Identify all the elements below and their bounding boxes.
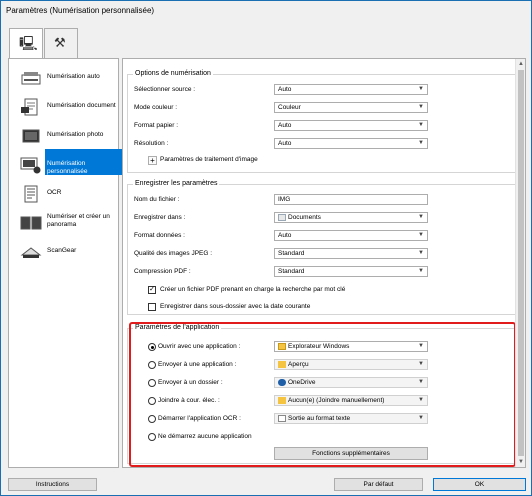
searchable-pdf-checkbox[interactable]: ✓	[148, 286, 156, 294]
image-processing-label[interactable]: Paramètres de traitement d'image	[160, 154, 258, 166]
defaults-button[interactable]: Par défaut	[334, 478, 423, 491]
scan-options-group: Options de numérisation Sélectionner sou…	[127, 70, 517, 173]
window-title: Paramètres (Numérisation personnalisée)	[6, 6, 155, 15]
paper-size-label: Format papier :	[134, 122, 179, 129]
custom-scan-icon	[20, 157, 41, 174]
scangear-icon	[20, 247, 42, 258]
tab-general[interactable]: ⚒	[44, 28, 78, 58]
scanner-icon: 🖳	[19, 35, 38, 51]
sidebar-item-label: Numériser et créer un panorama	[47, 213, 110, 228]
highlight-frame	[129, 322, 516, 467]
sidebar-item-label: ScanGear	[47, 247, 77, 254]
chevron-down-icon: ▼	[418, 214, 424, 220]
source-label: Sélectionner source :	[134, 86, 196, 93]
group-title: Enregistrer les paramètres	[133, 180, 220, 187]
chevron-down-icon: ▼	[418, 232, 424, 238]
tab-scan[interactable]: 🖳	[9, 28, 43, 59]
chevron-down-icon: ▼	[418, 140, 424, 146]
sidebar-item-label: Numérisation auto	[47, 73, 100, 80]
sidebar-item-auto-scan[interactable]: Numérisation auto	[11, 65, 118, 91]
save-in-label: Enregistrer dans :	[134, 214, 186, 221]
vertical-scrollbar[interactable]: ▲ ▼	[515, 59, 525, 467]
sidebar-item-scangear[interactable]: ScanGear	[11, 239, 118, 265]
sidebar-item-label: Numérisation personnalisée	[47, 160, 88, 175]
color-mode-label: Mode couleur :	[134, 104, 177, 111]
sidebar: Numérisation auto Numérisation document …	[8, 58, 126, 468]
chevron-down-icon: ▼	[418, 268, 424, 274]
sidebar-item-label: Numérisation document	[47, 102, 116, 109]
jpeg-quality-select[interactable]: Standard ▼	[274, 248, 428, 259]
sidebar-item-label: Numérisation photo	[47, 131, 104, 138]
sidebar-item-photo-scan[interactable]: Numérisation photo	[11, 123, 118, 149]
documents-folder-icon	[278, 213, 286, 221]
color-mode-select[interactable]: Couleur ▼	[274, 102, 428, 113]
chevron-down-icon: ▼	[418, 250, 424, 256]
file-name-label: Nom du fichier :	[134, 196, 180, 203]
expand-image-processing-button[interactable]: +	[148, 156, 157, 165]
resolution-label: Résolution :	[134, 140, 169, 147]
data-format-label: Format données :	[134, 232, 185, 239]
pdf-compression-label: Compression PDF :	[134, 268, 191, 275]
sidebar-item-label: OCR	[47, 189, 62, 196]
ok-button[interactable]: OK	[433, 478, 526, 491]
settings-panel: Options de numérisation Sélectionner sou…	[122, 58, 526, 468]
searchable-pdf-label: Créer un fichier PDF prenant en charge l…	[160, 286, 346, 293]
sidebar-item-custom-scan[interactable]: Numérisation personnalisée	[11, 149, 126, 178]
panorama-icon	[20, 216, 42, 230]
scroll-up-icon[interactable]: ▲	[518, 61, 524, 67]
tools-icon: ⚒	[54, 35, 66, 50]
scroll-thumb[interactable]	[518, 70, 524, 456]
chevron-down-icon: ▼	[418, 86, 424, 92]
jpeg-quality-label: Qualité des images JPEG :	[134, 250, 213, 257]
instructions-button[interactable]: Instructions	[8, 478, 97, 491]
data-format-select[interactable]: Auto ▼	[274, 230, 428, 241]
save-in-select[interactable]: Documents ▼	[274, 212, 428, 223]
source-select[interactable]: Auto ▼	[274, 84, 428, 95]
settings-window: Paramètres (Numérisation personnalisée) …	[0, 0, 532, 496]
paper-size-select[interactable]: Auto ▼	[274, 120, 428, 131]
save-settings-group: Enregistrer les paramètres Nom du fichie…	[127, 180, 517, 315]
sidebar-item-panorama[interactable]: Numériser et créer un panorama	[11, 210, 118, 236]
file-name-input[interactable]: IMG	[274, 194, 428, 205]
photo-scan-icon	[22, 129, 40, 143]
date-subfolder-label: Enregistrer dans sous-dossier avec la da…	[160, 303, 311, 310]
scroll-down-icon[interactable]: ▼	[518, 459, 524, 465]
ocr-icon	[24, 185, 38, 203]
auto-scan-icon	[21, 72, 41, 85]
sidebar-item-document-scan[interactable]: Numérisation document	[11, 94, 118, 120]
date-subfolder-checkbox[interactable]	[148, 303, 156, 311]
group-title: Options de numérisation	[133, 70, 213, 77]
chevron-down-icon: ▼	[418, 122, 424, 128]
sidebar-item-ocr[interactable]: OCR	[11, 181, 118, 207]
resolution-select[interactable]: Auto ▼	[274, 138, 428, 149]
document-scan-icon	[21, 98, 38, 116]
chevron-down-icon: ▼	[418, 104, 424, 110]
pdf-compression-select[interactable]: Standard ▼	[274, 266, 428, 277]
